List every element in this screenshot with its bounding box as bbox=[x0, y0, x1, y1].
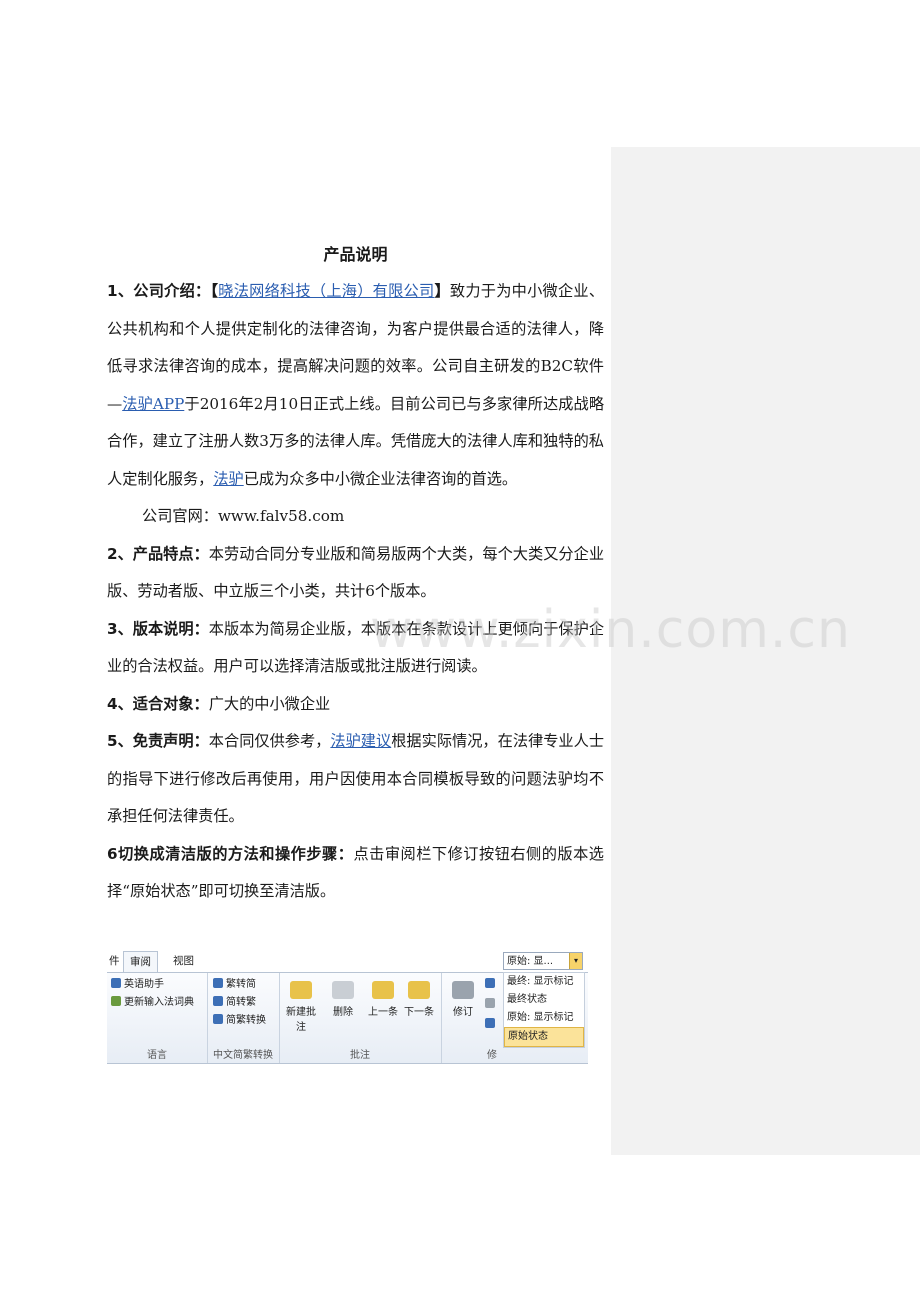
dropdown-value: 原始: 显... bbox=[507, 956, 554, 967]
button-label: 上一条 bbox=[368, 1007, 398, 1018]
new-comment-button[interactable]: 新建批注 bbox=[283, 981, 319, 1033]
tracking-small-icon[interactable] bbox=[485, 977, 498, 993]
convert-icon bbox=[213, 996, 223, 1006]
button-label: 英语助手 bbox=[124, 979, 164, 990]
watermark: www.zixin.com.cn bbox=[370, 600, 851, 660]
section-label: 5、免责声明： bbox=[107, 732, 209, 750]
company-link[interactable]: 晓法网络科技（上海）有限公司 bbox=[218, 282, 434, 300]
next-comment-icon bbox=[408, 981, 430, 999]
tracking-small-icon[interactable] bbox=[485, 997, 498, 1013]
button-label: 更新输入法词典 bbox=[124, 997, 194, 1008]
convert-icon bbox=[213, 1014, 223, 1024]
group-label: 中文简繁转换 bbox=[213, 1050, 273, 1061]
convert-icon bbox=[213, 978, 223, 988]
english-assistant-icon bbox=[111, 978, 121, 988]
website-line: 公司官网：www.falv58.com bbox=[142, 507, 345, 525]
group-label: 修 bbox=[487, 1050, 497, 1061]
next-comment-button[interactable]: 下一条 bbox=[401, 981, 437, 1018]
section-label: 4、适合对象： bbox=[107, 694, 209, 713]
menu-item-final[interactable]: 最终状态 bbox=[504, 991, 584, 1009]
section-label: 3、版本说明： bbox=[107, 619, 209, 638]
button-label: 繁转简 bbox=[226, 979, 256, 990]
display-for-review-dropdown[interactable]: 原始: 显... ▾ bbox=[503, 952, 583, 970]
dictionary-icon bbox=[111, 996, 121, 1006]
conversion-button[interactable]: 简繁转换 bbox=[213, 1013, 266, 1029]
delete-comment-button[interactable]: 删除 bbox=[325, 981, 361, 1018]
english-assistant-button[interactable]: 英语助手 bbox=[111, 977, 164, 993]
button-label: 简转繁 bbox=[226, 997, 256, 1008]
chevron-down-icon[interactable]: ▾ bbox=[569, 953, 582, 969]
section-audience: 4、适合对象：广大的中小微企业 bbox=[107, 686, 604, 724]
falv-link[interactable]: 法驴 bbox=[213, 470, 243, 488]
section-disclaimer: 5、免责声明：本合同仅供参考，法驴建议根据实际情况，在法律专业人士的指导下进行修… bbox=[107, 723, 604, 836]
section-company-intro: 1、公司介绍：【晓法网络科技（上海）有限公司】致力于为中小微企业、公共机构和个人… bbox=[107, 273, 604, 498]
section-label: 2、产品特点： bbox=[107, 544, 209, 563]
paragraph-text: 广大的中小微企业 bbox=[208, 694, 331, 713]
simplified-to-traditional-button[interactable]: 简转繁 bbox=[213, 995, 256, 1011]
paragraph-text: 本合同仅供参考， bbox=[208, 732, 331, 750]
button-label: 新建批注 bbox=[286, 1007, 316, 1033]
group-chinese-conversion: 繁转简 简转繁 简繁转换 中文简繁转换 bbox=[207, 973, 280, 1063]
section-steps: 6切换成清洁版的方法和操作步骤：点击审阅栏下修订按钮右侧的版本选择“原始状态”即… bbox=[107, 836, 604, 911]
previous-comment-button[interactable]: 上一条 bbox=[365, 981, 401, 1018]
group-tracking: 修订 修 bbox=[441, 973, 501, 1063]
tab-review[interactable]: 审阅 bbox=[123, 951, 158, 972]
markup-icon bbox=[485, 1018, 495, 1028]
group-language: 英语助手 更新输入法词典 语言 bbox=[107, 973, 208, 1063]
tracking-small-icon[interactable] bbox=[485, 1017, 498, 1033]
paragraph-text: 致力于为中小微企业、公共机构和个人提供定制化的法律咨询，为客户提供最合适的法律人… bbox=[107, 282, 605, 413]
previous-comment-icon bbox=[372, 981, 394, 999]
menu-item-final-markup[interactable]: 最终: 显示标记 bbox=[504, 973, 584, 991]
group-label: 批注 bbox=[350, 1050, 370, 1061]
button-label: 简繁转换 bbox=[226, 1015, 266, 1026]
bracket-close: 】 bbox=[434, 282, 450, 300]
reviewing-pane-icon bbox=[485, 998, 495, 1008]
page-title: 产品说明 bbox=[323, 245, 388, 264]
paragraph-text: 已成为众多中小微企业法律咨询的首选。 bbox=[243, 469, 518, 488]
new-comment-icon bbox=[290, 981, 312, 999]
group-comments: 新建批注 删除 上一条 下一条 批注 bbox=[279, 973, 442, 1063]
update-ime-dictionary-button[interactable]: 更新输入法词典 bbox=[111, 995, 194, 1011]
section-label: 1、公司介绍： bbox=[107, 282, 211, 300]
button-label: 修订 bbox=[453, 1007, 473, 1018]
falv-advice-link[interactable]: 法驴建议 bbox=[330, 732, 391, 750]
delete-comment-icon bbox=[332, 981, 354, 999]
menu-item-original-markup[interactable]: 原始: 显示标记 bbox=[504, 1009, 584, 1027]
balloon-icon bbox=[485, 978, 495, 988]
track-changes-icon bbox=[452, 981, 474, 999]
menu-item-original[interactable]: 原始状态 bbox=[504, 1027, 584, 1047]
traditional-to-simplified-button[interactable]: 繁转简 bbox=[213, 977, 256, 993]
button-label: 删除 bbox=[333, 1007, 353, 1018]
button-label: 下一条 bbox=[404, 1007, 434, 1018]
app-link[interactable]: 法驴APP bbox=[122, 395, 184, 413]
track-changes-button[interactable]: 修订 bbox=[445, 981, 481, 1018]
document-body: 产品说明 1、公司介绍：【晓法网络科技（上海）有限公司】致力于为中小微企业、公共… bbox=[107, 236, 604, 911]
group-label: 语言 bbox=[147, 1050, 167, 1061]
tab-view[interactable]: 视图 bbox=[167, 951, 200, 971]
display-for-review-menu: 最终: 显示标记 最终状态 原始: 显示标记 原始状态 bbox=[503, 972, 585, 1048]
section-label: 6切换成清洁版的方法和操作步骤： bbox=[107, 844, 354, 863]
ribbon-screenshot: 件 审阅 视图 英语助手 更新输入法词典 语言 繁转简 简转繁 简繁转换 中文简… bbox=[107, 948, 588, 1068]
